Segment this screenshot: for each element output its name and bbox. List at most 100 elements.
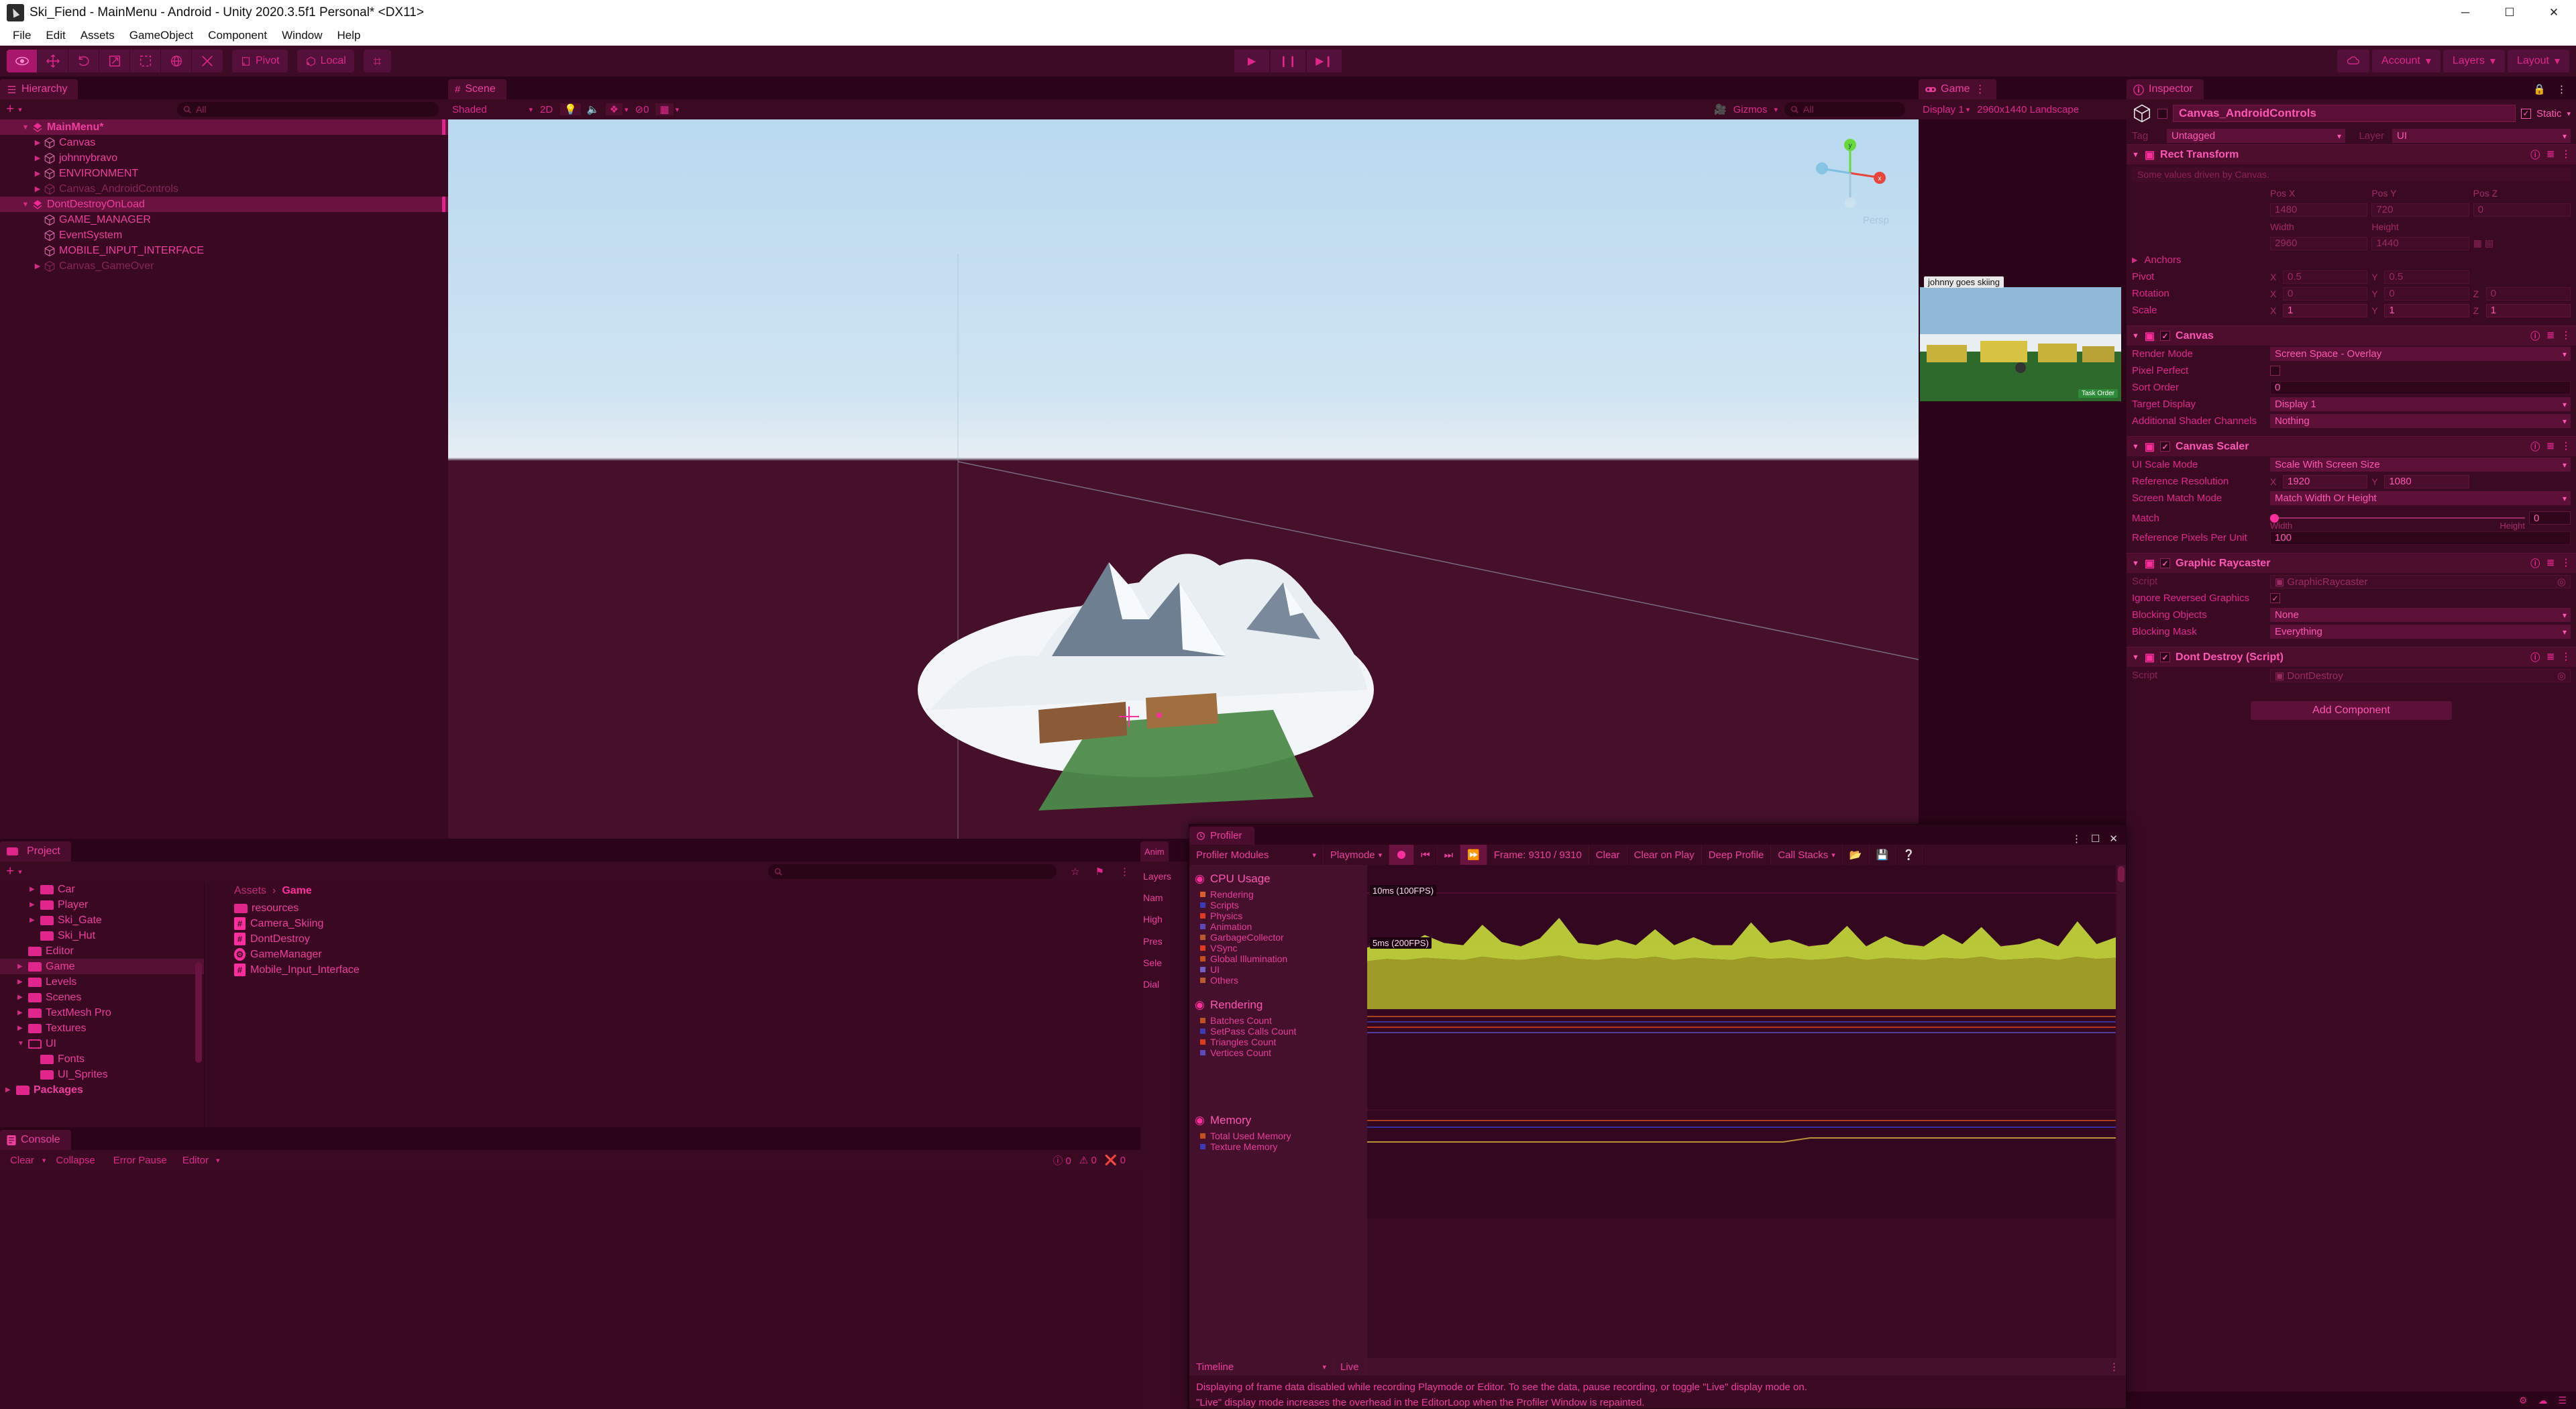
breadcrumb-game[interactable]: Game (282, 885, 311, 897)
kebab-icon[interactable]: ⋮ (2561, 329, 2571, 343)
value-field-y[interactable]: 0 (2384, 286, 2469, 301)
profiler-counter-global-illumination[interactable]: Global Illumination (1189, 953, 1367, 964)
project-item-camera-skiing[interactable]: # Camera_Skiing (234, 916, 1140, 931)
scene-viewport[interactable]: y x Persp (448, 119, 1919, 839)
menu-help[interactable]: Help (330, 29, 368, 42)
value-field[interactable]: 1480 (2270, 203, 2368, 217)
project-folder-levels[interactable]: ▶ Levels (0, 974, 204, 990)
component-header-dont-destroy-script-[interactable]: ▼ ▣ ✓ Dont Destroy (Script) ⓘ ≣ ⋮ (2127, 647, 2576, 667)
expand-arrow-icon[interactable]: ▼ (20, 201, 31, 209)
kebab-icon[interactable]: ⋮ (2561, 148, 2571, 162)
menu-window[interactable]: Window (274, 29, 329, 42)
scale-tool-icon[interactable] (99, 50, 130, 72)
preset-icon[interactable]: ≣ (2546, 651, 2555, 664)
console-warning-count[interactable]: ⚠ 0 (1079, 1154, 1097, 1166)
project-item-dontdestroy[interactable]: # DontDestroy (234, 931, 1140, 947)
speaker-icon[interactable]: 🔈 (583, 103, 604, 115)
profiler-counter-triangles-count[interactable]: Triangles Count (1189, 1037, 1367, 1047)
project-folder-game[interactable]: ▶ Game (0, 959, 204, 974)
rendering-chart[interactable] (1367, 1010, 2116, 1110)
tab-animation[interactable]: Anim (1140, 841, 1169, 862)
project-folder-car[interactable]: ▶ Car (0, 882, 204, 897)
expand-arrow-icon[interactable]: ▶ (32, 154, 43, 162)
profiler-modules-dropdown[interactable]: Profiler Modules ▾ (1189, 845, 1324, 865)
project-item-gamemanager[interactable]: ⚙ GameManager (234, 947, 1140, 962)
gizmos-button[interactable]: Gizmos (1733, 104, 1768, 115)
expand-arrow-icon[interactable]: ▼ (20, 123, 31, 132)
component-enabled-checkbox[interactable]: ✓ (2160, 441, 2171, 452)
game-display-dropdown[interactable]: Display 1 (1923, 104, 1964, 115)
pause-button[interactable]: ❙❙ (1271, 50, 1305, 72)
inspector-menu-icon[interactable]: ⋮ (2557, 83, 2567, 95)
expand-arrow-icon[interactable]: ▶ (32, 185, 43, 193)
game-viewport[interactable]: johnny goes skiing Task Order (1920, 276, 2121, 401)
profiler-counter-animation[interactable]: Animation (1189, 921, 1367, 932)
last-frame-icon[interactable]: ⏩ (1460, 845, 1487, 865)
project-item-resources[interactable]: resources (234, 900, 1140, 916)
console-collapse-button[interactable]: Collapse (48, 1155, 103, 1166)
component-header-rect-transform[interactable]: ▼ ▣ Rect Transform ⓘ ≣ ⋮ (2127, 144, 2576, 164)
dropdown-value[interactable]: Display 1 (2270, 397, 2571, 411)
expand-arrow-icon[interactable]: ▶ (32, 262, 43, 270)
memory-chart[interactable] (1367, 1111, 2116, 1218)
value-field[interactable]: 720 (2371, 203, 2469, 217)
component-foldout-icon[interactable]: ▼ (2132, 560, 2139, 568)
tab-hierarchy[interactable]: Hierarchy (0, 79, 78, 99)
tag-dropdown[interactable]: Untagged (2167, 129, 2345, 143)
dropdown-value[interactable]: Scale With Screen Size (2270, 458, 2571, 472)
value-field[interactable]: 0 (2473, 203, 2571, 217)
console-log-count[interactable]: ⓘ 0 (1053, 1153, 1071, 1167)
custom-tool-icon[interactable] (192, 50, 223, 72)
component-enabled-checkbox[interactable]: ✓ (2160, 558, 2171, 568)
expand-arrow-icon[interactable]: ▶ (32, 138, 43, 147)
value-field-y[interactable]: 1 (2384, 303, 2469, 317)
expand-arrow-icon[interactable]: ▶ (32, 169, 43, 178)
hierarchy-item-mobile-input-interface[interactable]: MOBILE_INPUT_INTERFACE (0, 243, 448, 258)
scene-shading-dropdown[interactable]: Shaded ▾ (452, 104, 533, 115)
grid-chevron-icon[interactable]: ▾ (676, 105, 680, 114)
foldout-arrow-icon[interactable]: ▶ (2132, 256, 2140, 264)
record-icon[interactable] (1389, 845, 1415, 865)
load-icon[interactable]: 📂 (1843, 845, 1870, 865)
value-field-x[interactable]: 0.5 (2283, 270, 2368, 284)
preset-icon[interactable]: ≣ (2546, 440, 2555, 454)
console-editor-chevron-icon[interactable]: ▾ (216, 1156, 220, 1165)
project-label-icon[interactable]: ⚑ (1089, 866, 1111, 878)
help-icon[interactable]: ⓘ (2530, 440, 2540, 454)
hierarchy-add-chevron-icon[interactable]: ▾ (18, 105, 22, 114)
anchor-preset-icon[interactable]: ▦ (2473, 238, 2482, 249)
menu-file[interactable]: File (5, 29, 38, 42)
kebab-icon[interactable]: ⋮ (2561, 440, 2571, 454)
game-resolution-dropdown[interactable]: 2960x1440 Landscape (1977, 104, 2079, 115)
profiler-counter-physics[interactable]: Physics (1189, 910, 1367, 921)
step-button[interactable]: ▶❙ (1307, 50, 1342, 72)
blueprint-icon[interactable]: ▤ (2485, 238, 2493, 249)
hierarchy-item-canvas-gameover[interactable]: ▶ Canvas_GameOver (0, 258, 448, 274)
dropdown-value[interactable]: Nothing (2270, 414, 2571, 428)
profiler-mode-dropdown[interactable]: Playmode ▾ (1324, 845, 1390, 865)
dropdown-value[interactable]: Screen Space - Overlay (2270, 347, 2571, 361)
project-folder-fonts[interactable]: Fonts (0, 1051, 204, 1067)
console-error-pause-button[interactable]: Error Pause (105, 1155, 175, 1166)
transform-tool-icon[interactable] (161, 50, 192, 72)
help-icon[interactable]: ❔ (1896, 845, 1923, 865)
move-tool-icon[interactable] (38, 50, 68, 72)
hierarchy-item-dontdestroyonload[interactable]: ▼ DontDestroyOnLoad (0, 197, 448, 212)
profiler-counter-batches-count[interactable]: Batches Count (1189, 1015, 1367, 1026)
hierarchy-item-johnnybravo[interactable]: ▶ johnnybravo (0, 150, 448, 166)
next-frame-icon[interactable]: ⏭ (1438, 845, 1461, 865)
component-enabled-checkbox[interactable]: ✓ (2160, 652, 2171, 662)
project-folder-textmesh-pro[interactable]: ▶ TextMesh Pro (0, 1005, 204, 1021)
project-folder-ski-gate[interactable]: ▶ Ski_Gate (0, 912, 204, 928)
project-folder-editor[interactable]: Editor (0, 943, 204, 959)
effects-chevron-icon[interactable]: ▾ (625, 105, 629, 114)
hierarchy-add-button[interactable]: + (4, 101, 16, 117)
effects-icon[interactable]: ❖ (605, 103, 623, 115)
expand-arrow-icon[interactable]: ▶ (17, 1009, 28, 1016)
project-folder-textures[interactable]: ▶ Textures (0, 1021, 204, 1036)
component-foldout-icon[interactable]: ▼ (2132, 443, 2139, 451)
help-icon[interactable]: ⓘ (2530, 557, 2540, 570)
grid-icon[interactable]: ▦ (655, 103, 674, 115)
profiler-close-icon[interactable]: ✕ (2109, 833, 2118, 845)
light-bulb-icon[interactable]: 💡 (560, 103, 581, 115)
